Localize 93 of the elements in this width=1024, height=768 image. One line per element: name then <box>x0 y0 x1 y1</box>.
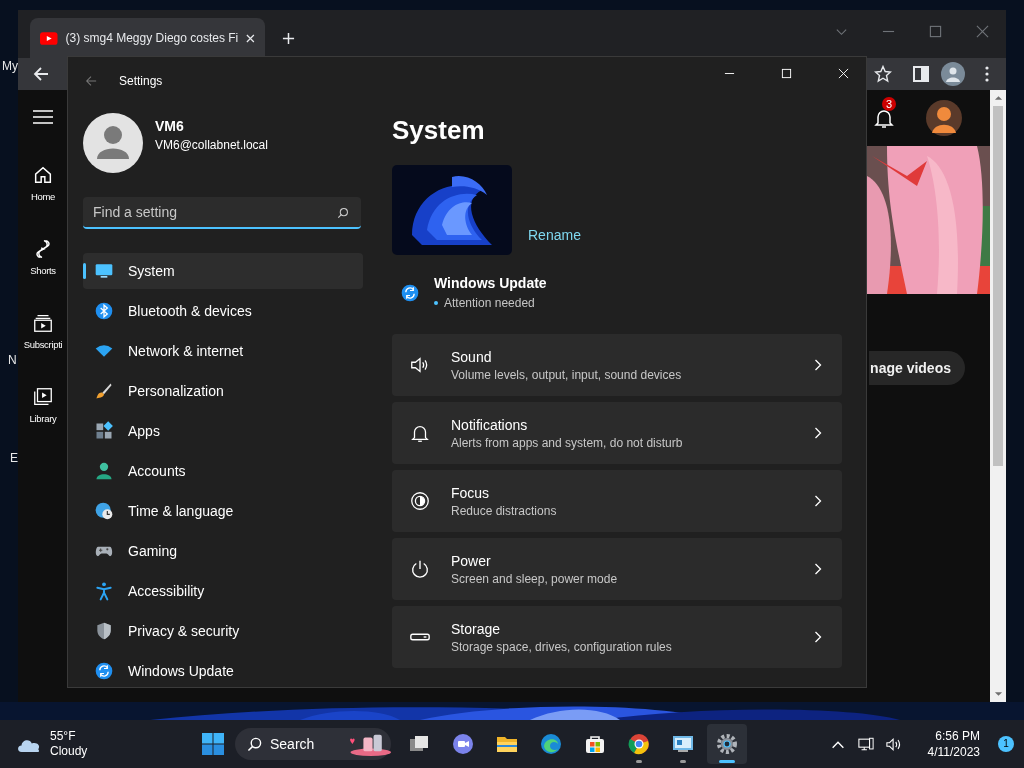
settings-card[interactable]: Power Screen and sleep, power mode <box>392 538 842 600</box>
focus-icon <box>409 490 431 512</box>
subscriptions-icon <box>32 312 54 334</box>
accessibility-icon <box>94 581 114 601</box>
scroll-up-icon[interactable] <box>993 95 1003 101</box>
chevron-right-icon <box>814 495 822 507</box>
new-tab-icon[interactable] <box>282 32 295 45</box>
scroll-down-icon[interactable] <box>993 691 1003 697</box>
nav-item[interactable]: Time & language <box>83 493 363 529</box>
card-subtitle: Storage space, drives, configuration rules <box>451 639 673 654</box>
card-title: Storage <box>451 620 502 637</box>
update-title: Windows Update <box>434 275 547 291</box>
card-title: Power <box>451 552 492 569</box>
volume-icon[interactable] <box>885 736 902 752</box>
chevron-right-icon <box>814 631 822 643</box>
manage-videos-button[interactable]: nage videos <box>869 351 965 385</box>
library-icon <box>32 386 54 408</box>
brush-icon <box>94 381 114 401</box>
settings-card[interactable]: Focus Reduce distractions <box>392 470 842 532</box>
chevron-right-icon <box>814 427 822 439</box>
window-title: Settings <box>119 74 163 88</box>
chevron-right-icon <box>814 563 822 575</box>
rename-link[interactable]: Rename <box>528 227 581 243</box>
bluetooth-icon <box>94 301 114 321</box>
nav-item[interactable]: Accessibility <box>83 573 363 609</box>
nav-item[interactable]: Personalization <box>83 373 363 409</box>
scrollbar-thumb[interactable] <box>993 106 1003 466</box>
desktop-icon-label: E <box>10 451 18 465</box>
network-icon[interactable] <box>857 736 874 752</box>
chat-icon <box>451 732 475 756</box>
home-icon <box>32 164 54 186</box>
menu-icon[interactable] <box>33 110 53 124</box>
globe-clock-icon <box>94 501 114 521</box>
card-subtitle: Volume levels, output, input, sound devices <box>451 367 683 382</box>
gear-icon <box>715 732 739 756</box>
profile-avatar-icon[interactable] <box>941 62 965 86</box>
user-name: VM6 <box>155 118 185 134</box>
nav-item[interactable]: Accounts <box>83 453 363 489</box>
desktop-icon-label: N <box>8 353 17 367</box>
monitor-icon <box>94 261 114 281</box>
sidebar-item[interactable]: Library <box>29 386 57 460</box>
sidebar-item[interactable]: Subscripti <box>23 312 63 386</box>
card-title: Notifications <box>451 416 529 433</box>
settings-card[interactable]: Storage Storage space, drives, configuration rules <box>392 606 842 668</box>
star-icon[interactable] <box>874 65 892 83</box>
sidebar-item[interactable]: Shorts <box>30 238 56 312</box>
chevron-right-icon <box>814 359 822 371</box>
update-status: Attention needed <box>444 296 535 310</box>
card-title: Focus <box>451 484 491 501</box>
taskbar-search[interactable]: Search <box>235 728 391 760</box>
sidebar-item[interactable]: Home <box>30 164 56 238</box>
scrollbar[interactable] <box>990 90 1006 702</box>
apps-icon <box>94 421 114 441</box>
clock[interactable]: 6:56 PM 4/11/2023 <box>927 728 980 760</box>
person-icon <box>94 461 114 481</box>
nav-item[interactable]: Windows Update <box>83 653 363 689</box>
nav-item[interactable]: Gaming <box>83 533 363 569</box>
power-icon <box>409 558 431 580</box>
browser-wave-icon <box>539 732 563 756</box>
back-arrow-icon[interactable] <box>32 65 50 83</box>
nav-item[interactable]: System <box>83 253 363 289</box>
card-subtitle: Reduce distractions <box>451 503 558 518</box>
update-icon <box>400 282 420 303</box>
user-email: VM6@collabnet.local <box>155 138 268 152</box>
shield-icon <box>94 621 114 641</box>
avatar-icon[interactable] <box>926 100 962 136</box>
notification-badge[interactable]: 1 <box>998 736 1014 752</box>
user-avatar-icon <box>83 113 143 173</box>
taskbar-app[interactable] <box>707 724 747 764</box>
status-dot-icon <box>434 301 438 305</box>
nav-item[interactable]: Apps <box>83 413 363 449</box>
card-subtitle: Screen and sleep, power mode <box>451 571 619 586</box>
nav-item[interactable]: Bluetooth & devices <box>83 293 363 329</box>
page-title: System <box>392 115 486 146</box>
search-field[interactable]: Find a setting <box>83 197 361 229</box>
card-subtitle: Alerts from apps and system, do not disturb <box>451 435 684 450</box>
search-icon <box>247 736 262 752</box>
side-panel-icon[interactable] <box>912 65 930 83</box>
desktop-icon-label: My <box>2 59 18 73</box>
search-icon <box>337 207 349 219</box>
card-title: Sound <box>451 348 493 365</box>
update-icon <box>94 661 114 681</box>
temperature: 55°F <box>50 729 77 744</box>
round-browser-icon <box>627 732 651 756</box>
notification-badge: 3 <box>882 97 897 111</box>
browser-tab[interactable]: (3) smg4 Meggy Diego costes Fi <box>30 18 265 58</box>
nav-item[interactable]: Network & internet <box>83 333 363 369</box>
video-logo-icon <box>40 31 58 45</box>
start-icon[interactable] <box>201 732 225 756</box>
nav-item[interactable]: Privacy & security <box>83 613 363 649</box>
settings-card[interactable]: Notifications Alerts from apps and system, do not disturb <box>392 402 842 464</box>
weather-condition: Cloudy <box>50 744 88 759</box>
settings-card[interactable]: Sound Volume levels, output, input, sound devices <box>392 334 842 396</box>
